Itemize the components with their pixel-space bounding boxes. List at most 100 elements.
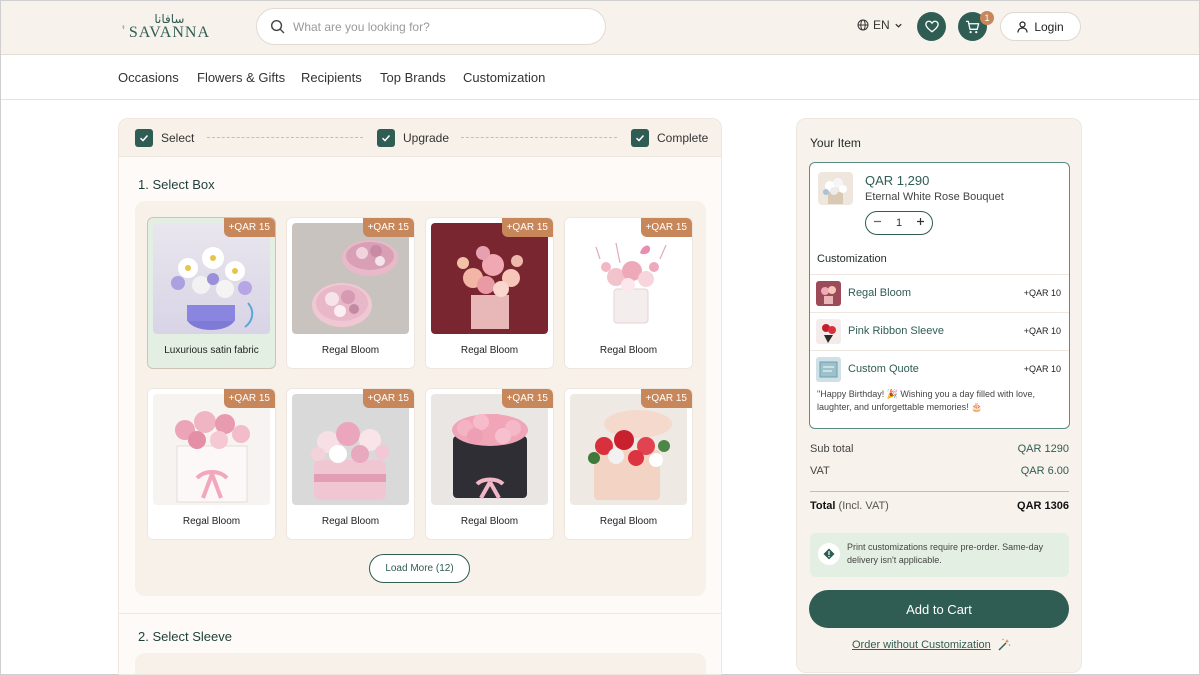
price-tag: +QAR 15 [501, 389, 553, 408]
box-name: Regal Bloom [599, 516, 658, 527]
product-thumbnail [818, 172, 853, 205]
vat-value: QAR 6.00 [1020, 465, 1069, 477]
price-tag: +QAR 15 [640, 389, 692, 408]
order-without-customization-link[interactable]: Order without Customization [852, 638, 1011, 652]
load-more-button[interactable]: Load More (12) [369, 554, 470, 583]
logo-text: SAVANNA [128, 24, 210, 41]
customization-item: Regal Bloom +QAR 10 [810, 274, 1069, 312]
box-option-card[interactable]: +QAR 15 Regal Bloom [286, 217, 415, 369]
box-option-card[interactable]: +QAR 15 Regal Bloom [147, 388, 276, 540]
price-tag: +QAR 15 [362, 389, 414, 408]
total-row: Total (Incl. VAT) QAR 1306 [810, 500, 1069, 512]
box-name: Regal Bloom [321, 345, 380, 356]
customization-name: Pink Ribbon Sleeve [848, 325, 945, 337]
product-name: Eternal White Rose Bouquet [865, 191, 1004, 203]
total-label: Total [810, 500, 836, 512]
customization-thumbnail [816, 319, 841, 344]
product-image [570, 394, 687, 505]
box-name: Regal Bloom [321, 516, 380, 527]
product-image [570, 223, 687, 334]
step-complete[interactable]: Complete [631, 129, 708, 147]
nav-top-brands[interactable]: Top Brands [380, 70, 446, 85]
product-image [431, 223, 548, 334]
your-item-title: Your Item [810, 136, 861, 150]
box-name: Regal Bloom [460, 345, 519, 356]
language-label: EN [873, 18, 890, 32]
add-to-cart-button[interactable]: Add to Cart [809, 590, 1069, 628]
box-option-card[interactable]: +QAR 15 Luxurious satin fabric [147, 217, 276, 369]
custom-quote-message: "Happy Birthday! 🎉 Wishing you a day fil… [817, 389, 1035, 412]
vat-label: VAT [810, 465, 830, 477]
box-option-card[interactable]: +QAR 15 Regal Bloom [564, 388, 693, 540]
preorder-notice-text: Print customizations require pre-order. … [847, 542, 1044, 565]
box-grid: +QAR 15 Luxurious satin fabric +QAR 15 R… [135, 201, 706, 596]
chevron-down-icon [895, 23, 902, 28]
customization-price: +QAR 10 [1023, 326, 1061, 336]
main-nav: Occasions Flowers & Gifts Recipients Top… [1, 56, 1199, 100]
customization-thumbnail [816, 281, 841, 306]
price-tag: +QAR 15 [362, 218, 414, 237]
box-option-card[interactable]: +QAR 15 Regal Bloom [286, 388, 415, 540]
customization-name: Regal Bloom [848, 287, 911, 299]
search-input[interactable] [293, 19, 583, 34]
search-icon [270, 19, 285, 34]
language-selector[interactable]: EN [857, 18, 903, 32]
box-name: Luxurious satin fabric [164, 345, 259, 356]
box-option-card[interactable]: +QAR 15 Regal Bloom [564, 217, 693, 369]
savanna-logo[interactable]: سافانا SAVANNA [122, 9, 210, 45]
search-bar[interactable] [256, 8, 606, 45]
box-name: Regal Bloom [182, 516, 241, 527]
nav-recipients[interactable]: Recipients [301, 70, 362, 85]
nav-occasions[interactable]: Occasions [118, 70, 179, 85]
customization-price: +QAR 10 [1023, 288, 1061, 298]
customization-panel: Select Upgrade Complete 1. Select Box +Q… [118, 118, 722, 675]
box-option-card[interactable]: +QAR 15 Regal Bloom [425, 388, 554, 540]
total-value: QAR 1306 [1017, 500, 1069, 512]
price-tag: +QAR 15 [223, 218, 275, 237]
cart-item-card: QAR 1,290 Eternal White Rose Bouquet 1 C… [809, 162, 1070, 429]
quantity-value: 1 [895, 217, 903, 229]
info-diamond-icon [818, 543, 840, 565]
login-button[interactable]: Login [1000, 12, 1081, 41]
leaf-logo-icon [122, 24, 125, 30]
box-name: Regal Bloom [460, 516, 519, 527]
checkbox-checked-icon [377, 129, 395, 147]
globe-icon [857, 19, 869, 31]
vat-row: VAT QAR 6.00 [810, 465, 1069, 477]
total-suffix: (Incl. VAT) [838, 500, 889, 512]
price-tag: +QAR 15 [223, 389, 275, 408]
customization-name: Custom Quote [848, 363, 919, 375]
box-option-card[interactable]: +QAR 15 Regal Bloom [425, 217, 554, 369]
step-upgrade[interactable]: Upgrade [377, 129, 449, 147]
price-tag: +QAR 15 [501, 218, 553, 237]
step-label: Select [161, 131, 195, 145]
checkbox-checked-icon [631, 129, 649, 147]
section-divider [119, 613, 721, 614]
wishlist-button[interactable] [917, 12, 946, 41]
subtotal-row: Sub total QAR 1290 [810, 443, 1069, 455]
user-icon [1017, 20, 1028, 33]
heart-icon [924, 20, 939, 33]
step-label: Upgrade [403, 131, 450, 145]
plus-icon[interactable] [916, 217, 925, 229]
login-label: Login [1034, 19, 1064, 34]
preorder-notice: Print customizations require pre-order. … [810, 533, 1069, 577]
product-image [431, 394, 548, 505]
subtotal-label: Sub total [810, 443, 854, 455]
product-price: QAR 1,290 [865, 173, 930, 188]
minus-icon[interactable] [873, 217, 882, 229]
step-connector [461, 137, 617, 138]
sleeve-grid [135, 653, 706, 674]
customization-title: Customization [817, 253, 887, 265]
product-image [292, 394, 409, 505]
product-image [153, 223, 270, 334]
cart-icon [965, 20, 980, 33]
nav-customization[interactable]: Customization [463, 70, 545, 85]
section-title-box: 1. Select Box [138, 177, 215, 192]
step-select[interactable]: Select [135, 129, 194, 147]
step-label: Complete [657, 131, 709, 145]
step-connector [207, 137, 363, 138]
subtotal-value: QAR 1290 [1017, 443, 1069, 455]
customization-price: +QAR 10 [1023, 364, 1061, 374]
nav-flowers-gifts[interactable]: Flowers & Gifts [197, 70, 285, 85]
